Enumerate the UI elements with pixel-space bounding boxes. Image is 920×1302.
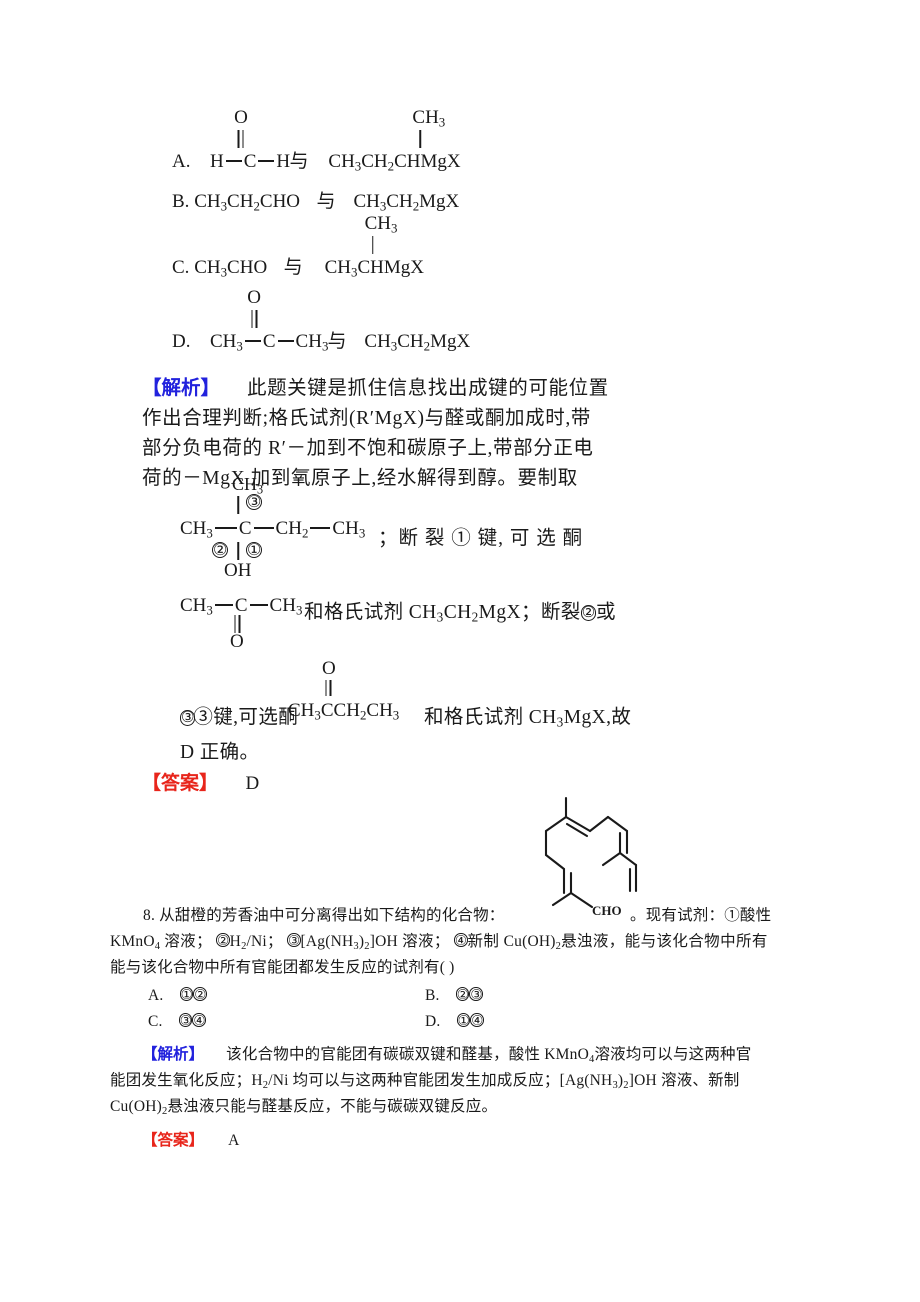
q7-option-a-letter: A. [172,151,191,172]
q8-explanation-text-3: Cu(OH)2悬浊液只能与醛基反应，不能与碳碳双键反应。 [110,1098,498,1117]
q7-explanation-final-line: D 正确。 [180,742,260,763]
q7-option-b-left: CH3CH2CHO [194,191,301,214]
q8-option-c-letter: C. [148,1013,163,1030]
q7-explanation-line-1: 【解析】 此题关键是抓住信息找出成键的可能位置 [142,374,609,404]
q7-answer-value: D [245,773,260,794]
q8-option-c: C. ③④ [148,1009,206,1035]
q7-explanation-label: 【解析】 [142,378,221,399]
q7-explanation-line-2: 作出合理判断;格氏试剂(R′MgX)与醛或酮加成时,带 [142,408,591,429]
q8-stem-part-2-text: 。现有试剂： [630,907,725,924]
q7-after-structure-2-text: 和格氏试剂 CH3CH2MgX；断裂②或 [304,602,616,625]
q7-option-c-chain: CH3CHMgX [324,257,424,280]
q7-option-d-top-atom: O [247,287,262,308]
q7-answer-label: 【答案】 [142,773,219,794]
q7-option-c-conjunction: 与 [283,257,304,278]
q8-number: 8. [143,907,156,924]
q8-explanation-text-2: 能团发生氧化反应；H2/Ni 均可以与这两种官能团发生加成反应；[Ag(NH3)… [110,1072,740,1091]
q7-structure-1: CH3 ③ CH3 C CH2 CH3 ② ① OH [180,474,366,581]
q8-reagent-3: ③[Ag(NH3)2]OH 溶液； [286,933,450,952]
q8-reagent-1-text: 溶液； [164,933,212,950]
q7-option-c: C. CH3CHO 与 CH3 CH3CHMgX [172,214,424,280]
q8-stem-line-1: 8. 从甜橙的芳香油中可分离得出如下结构的化合物： [143,903,505,929]
single-bond-icon [237,496,239,514]
q7-option-a-left-structure: O HCH [209,107,291,172]
q8-option-d: D. ①④ [425,1009,484,1035]
q7-before-structure-3-text: ③键,可选酮 [193,707,299,728]
single-bond-icon [419,130,422,148]
double-bond-icon [251,310,258,328]
q7-option-d-left-structure: O CH3 C CH3 [209,287,329,354]
q7-structure-1-bottom-group: OH [224,560,252,581]
bond-mark-2: ② [212,542,229,559]
q7-option-d-conjunction: 与 [327,331,347,352]
q7-structure-3-chain: CH3CCH2CH3 [288,700,400,723]
q8-molecule-label: CHO [592,903,622,918]
q7-option-c-letter: C. [172,257,190,278]
q8-answer-label: 【答案】 [142,1132,205,1149]
q7-explanation-line-3: 部分负电荷的 R′－加到不饱和碳原子上,带部分正电 [142,438,594,459]
q7-option-c-right-structure: CH3 CH3CHMgX [324,214,424,280]
document-page: A. O HCH 与 CH3 CH3CH2CHMgX B. CH3CH2CHO … [0,0,920,1302]
q8-option-a: A. ①② [148,983,207,1009]
q8-reagent-1-formula: KMnO4 [110,933,161,952]
q7-option-d-letter: D. [172,331,191,352]
q7-option-b-right: CH3CH2MgX [353,191,460,214]
q8-option-b: B. ②③ [425,983,483,1009]
q7-structure-2: CH3 C CH3 O [180,595,303,652]
q7-structure-3-top-atom: O [322,658,336,679]
q8-stem-part-2: 。现有试剂：①酸性 [630,903,771,929]
q7-option-a-conjunction: 与 [289,151,309,172]
q8-option-d-letter: D. [425,1013,441,1030]
single-bond-icon [371,236,374,254]
q8-option-b-value: ②③ [455,987,483,1003]
q8-stem-part-1: 从甜橙的芳香油中可分离得出如下结构的化合物： [159,907,505,924]
q7-after-structure-3: 和格氏试剂 CH3MgX,故 [424,700,631,731]
single-bond-icon [237,542,239,560]
bond-mark-1: ① [246,542,263,559]
q7-option-d: D. O CH3 C CH3 与 CH3CH2MgX [172,287,471,354]
q8-option-c-value: ③④ [178,1013,206,1029]
q7-answer-row: 【答案】 D [142,768,259,795]
q8-reagent-2: ②H2/Ni； [216,933,283,952]
q8-option-b-letter: B. [425,987,440,1004]
q7-before-structure-3: ③③键,可选酮 [180,700,298,729]
q8-answer-value: A [228,1132,240,1149]
q8-answer-row: 【答案】 A [142,1128,240,1154]
q7-explanation-text-1: 此题关键是抓住信息找出成键的可能位置 [246,378,609,399]
q7-after-structure-3-text: 和格氏试剂 CH3MgX,故 [424,707,632,730]
q8-explanation-label: 【解析】 [142,1046,205,1063]
q7-option-d-right: CH3CH2MgX [364,331,471,354]
q8-option-a-value: ①② [179,987,207,1003]
q8-molecule-structure [520,795,650,915]
q7-option-a: A. O HCH 与 CH3 CH3CH2CHMgX [172,107,461,174]
q7-structure-3: O CH3CCH2CH3 [288,658,400,724]
q7-option-b-conjunction: 与 [316,191,336,212]
double-bond-icon [325,680,332,696]
bond-mark-3: ③ [246,494,263,511]
q8-option-a-letter: A. [148,987,164,1004]
q8-stem-line-3: 能与该化合物中所有官能团都发生反应的试剂有( ) [110,959,455,976]
q7-after-structure-2: 和格氏试剂 CH3CH2MgX；断裂②或 [304,595,616,626]
q8-explanation-line-3: Cu(OH)2悬浊液只能与醛基反应，不能与碳碳双键反应。 [110,1094,497,1125]
q8-reagent-4: ④新制 Cu(OH)2悬浊液，能与该化合物中所有 [453,933,768,952]
q8-reagent-1: ①酸性 [724,907,772,924]
q7-after-structure-1: ；断 裂 ① 键, 可 选 酮 [378,528,584,549]
q7-explanation-line-4: 荷的－MgX 加到氧原子上,经水解得到醇。要制取 [142,468,578,489]
q7-option-a-top-atom: O [234,107,248,128]
q7-option-b-letter: B. [172,191,190,212]
q7-option-b: B. CH3CH2CHO 与 CH3CH2MgX [172,192,459,214]
q7-option-a-right-structure: CH3 CH3CH2CHMgX [328,108,461,174]
q8-explanation-text-1: 该化合物中的官能团有碳碳双键和醛基，酸性 KMnO4溶液均可以与这两种官 [226,1046,752,1065]
q8-option-d-value: ①④ [456,1013,484,1029]
q7-option-a-chain: CH3CH2CHMgX [328,151,461,174]
q7-structure-2-bottom-atom: O [230,631,244,652]
double-bond-icon [237,130,244,148]
skeletal-structure-icon [544,796,638,909]
q7-option-a-branch: CH3 [412,107,446,130]
q7-option-c-branch: CH3 [364,213,398,236]
q7-option-c-left: CH3CHO [194,257,268,280]
